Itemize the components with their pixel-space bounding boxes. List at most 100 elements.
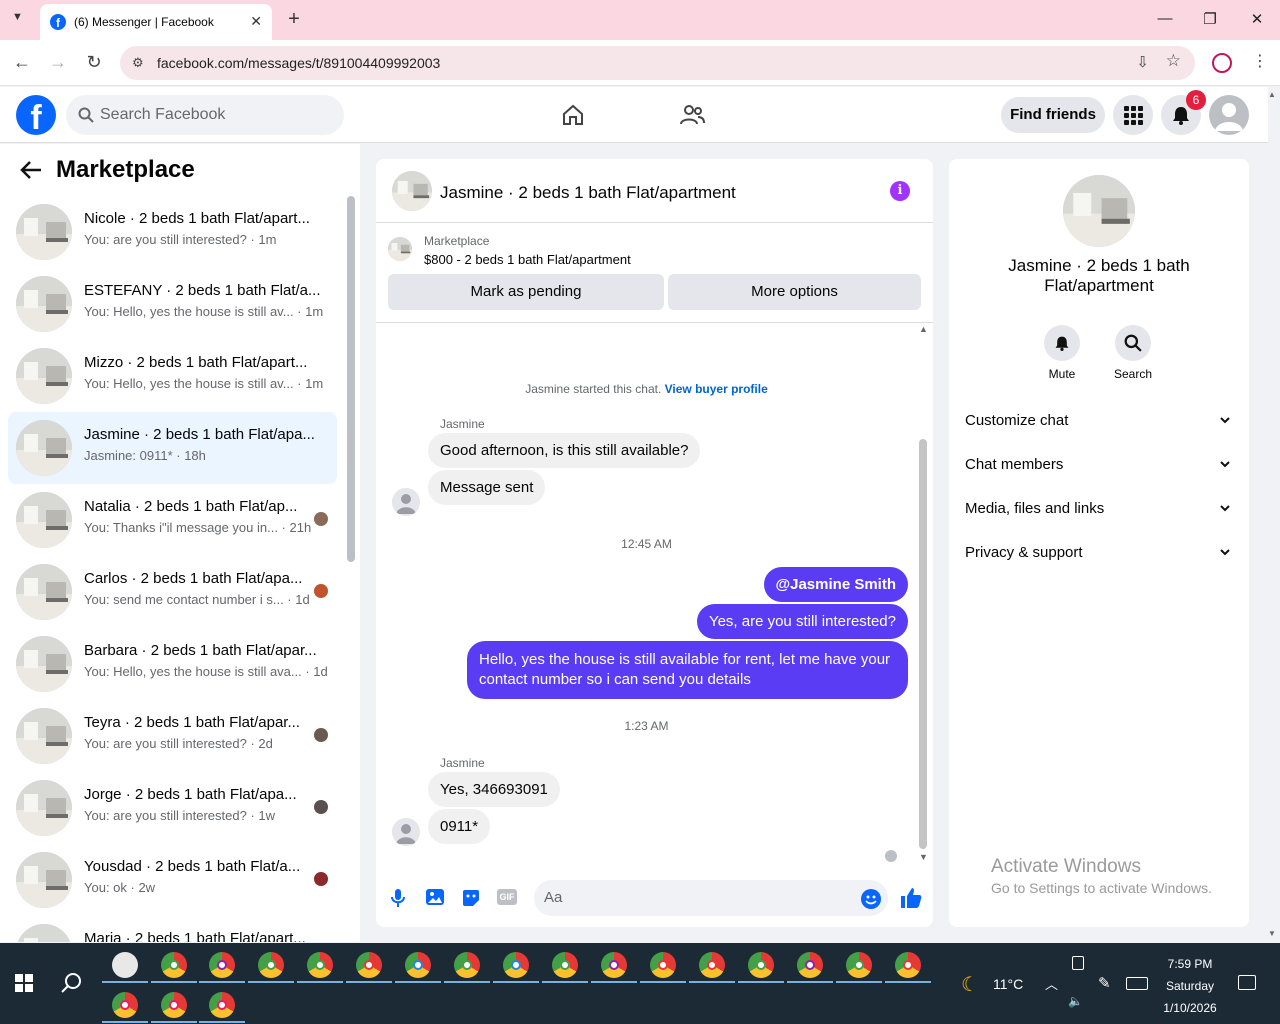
emoji-icon[interactable] xyxy=(860,888,882,910)
find-friends-button[interactable]: Find friends xyxy=(1001,97,1105,133)
windows-start-icon[interactable] xyxy=(15,974,33,992)
listing-thumbnail[interactable] xyxy=(388,237,412,261)
chrome-icon[interactable] xyxy=(356,952,382,978)
listing-avatar[interactable] xyxy=(392,171,432,211)
omnibox[interactable]: ⚙ facebook.com/messages/t/89100440999200… xyxy=(120,46,1195,80)
conversation-item[interactable]: Natalia · 2 beds 1 bath Flat/ap... You: T… xyxy=(8,484,337,556)
facebook-logo-icon[interactable]: f xyxy=(16,95,56,135)
mark-as-pending-button[interactable]: Mark as pending xyxy=(388,274,664,310)
customize-chat-row[interactable]: Customize chat xyxy=(965,412,1235,429)
conversation-item[interactable]: Yousdad · 2 beds 1 bath Flat/a... You: ok… xyxy=(8,844,337,916)
chrome-icon[interactable] xyxy=(503,952,529,978)
listing-photo[interactable] xyxy=(1063,175,1135,247)
incoming-message[interactable]: 0911* xyxy=(428,809,491,844)
chrome-icon[interactable] xyxy=(699,952,725,978)
chrome-icon[interactable] xyxy=(258,952,284,978)
browser-menu-icon[interactable]: ⋮ xyxy=(1252,51,1268,71)
system-clock[interactable]: 7:59 PM Saturday 1/10/2026 xyxy=(1150,953,1230,1019)
sender-avatar[interactable] xyxy=(392,488,420,516)
chrome-icon[interactable] xyxy=(454,952,480,978)
back-button[interactable]: ← xyxy=(11,52,33,73)
close-window-button[interactable]: ✕ xyxy=(1247,10,1267,28)
account-avatar[interactable] xyxy=(1209,95,1249,135)
browser-tab[interactable]: f (6) Messenger | Facebook ✕ xyxy=(40,4,272,40)
tab-list-button[interactable]: ▼ xyxy=(12,11,23,23)
pen-icon[interactable]: ✎ xyxy=(1098,974,1111,992)
new-tab-button[interactable]: + xyxy=(284,8,304,31)
privacy-support-row[interactable]: Privacy & support xyxy=(965,544,1235,561)
conversation-item[interactable]: Maria · 2 beds 1 bath Flat/apart... xyxy=(8,916,337,942)
microphone-icon[interactable] xyxy=(390,888,406,908)
chrome-icon[interactable] xyxy=(601,952,627,978)
conversation-item[interactable]: Nicole · 2 beds 1 bath Flat/apart... You:… xyxy=(8,196,337,268)
site-info-icon[interactable]: ⚙ xyxy=(132,55,144,71)
chrome-icon[interactable] xyxy=(650,952,676,978)
show-hidden-icons[interactable]: ︿ xyxy=(1045,974,1058,993)
sender-avatar[interactable] xyxy=(392,818,420,846)
profile-icon[interactable] xyxy=(1212,53,1232,73)
install-app-icon[interactable]: ⇩ xyxy=(1136,53,1149,71)
conversation-item[interactable]: Jorge · 2 beds 1 bath Flat/apa... You: ar… xyxy=(8,772,337,844)
chrome-icon[interactable] xyxy=(846,952,872,978)
incoming-message[interactable]: Yes, 346693091 xyxy=(428,772,560,807)
chrome-icon[interactable] xyxy=(552,952,578,978)
reload-button[interactable]: ↻ xyxy=(83,52,105,73)
incoming-message[interactable]: Message sent xyxy=(428,470,546,505)
temperature[interactable]: 11°C xyxy=(993,976,1023,992)
info-icon[interactable]: i xyxy=(890,181,910,201)
conversation-item[interactable]: Barbara · 2 beds 1 bath Flat/apar... You:… xyxy=(8,628,337,700)
restore-button[interactable]: ❐ xyxy=(1200,10,1220,28)
search-facebook-input[interactable]: Search Facebook xyxy=(66,95,344,135)
conversation-item[interactable]: Carlos · 2 beds 1 bath Flat/apa... You: s… xyxy=(8,556,337,628)
forward-button[interactable]: → xyxy=(47,52,69,73)
home-icon[interactable] xyxy=(561,103,585,127)
chrome-icon[interactable] xyxy=(209,992,235,1018)
meet-now-icon[interactable] xyxy=(1072,956,1084,970)
chrome-icon[interactable] xyxy=(748,952,774,978)
page-scroll-up-icon[interactable]: ▲ xyxy=(1268,90,1276,99)
chrome-icon[interactable] xyxy=(405,952,431,978)
chat-scrollbar[interactable] xyxy=(919,439,927,849)
chrome-icon[interactable] xyxy=(895,952,921,978)
chrome-icon[interactable] xyxy=(797,952,823,978)
taskbar-search-icon[interactable] xyxy=(61,972,83,994)
chrome-icon[interactable] xyxy=(161,952,187,978)
conversation-item[interactable]: Jasmine · 2 beds 1 bath Flat/apa... Jasmi… xyxy=(8,412,337,484)
more-options-button[interactable]: More options xyxy=(668,274,921,310)
photo-icon[interactable] xyxy=(425,888,445,906)
outgoing-message[interactable]: Hello, yes the house is still available … xyxy=(467,641,908,699)
mute-button[interactable]: Mute xyxy=(1032,325,1092,381)
incoming-message[interactable]: Good afternoon, is this still available? xyxy=(428,433,701,468)
minimize-button[interactable]: — xyxy=(1155,10,1175,27)
friends-icon[interactable] xyxy=(679,103,705,127)
chrome-icon[interactable] xyxy=(307,952,333,978)
chat-members-row[interactable]: Chat members xyxy=(965,456,1235,473)
scroll-down-arrow-icon[interactable]: ▼ xyxy=(919,852,928,862)
bookmark-star-icon[interactable]: ☆ xyxy=(1166,51,1181,71)
chrome-icon[interactable] xyxy=(112,992,138,1018)
conversation-item[interactable]: ESTEFANY · 2 beds 1 bath Flat/a... You: H… xyxy=(8,268,337,340)
outgoing-message[interactable]: Yes, are you still interested? xyxy=(696,604,908,639)
volume-icon[interactable]: 🔈 xyxy=(1068,994,1083,1008)
conversation-item[interactable]: Mizzo · 2 beds 1 bath Flat/apart... You: … xyxy=(8,340,337,412)
sticker-icon[interactable] xyxy=(461,888,481,908)
taskbar-app-icon[interactable] xyxy=(112,952,138,978)
view-buyer-profile-link[interactable]: View buyer profile xyxy=(665,382,768,396)
conversation-item[interactable]: Teyra · 2 beds 1 bath Flat/apar... You: a… xyxy=(8,700,337,772)
gif-icon[interactable]: GIF xyxy=(497,889,517,905)
back-arrow-icon[interactable] xyxy=(20,160,42,180)
page-scroll-down-icon[interactable]: ▼ xyxy=(1268,929,1276,938)
keyboard-icon[interactable] xyxy=(1126,977,1148,990)
menu-grid-button[interactable] xyxy=(1113,95,1153,135)
chat-title[interactable]: Jasmine · 2 beds 1 bath Flat/apartment xyxy=(440,183,736,203)
media-files-links-row[interactable]: Media, files and links xyxy=(965,500,1235,517)
notification-center-icon[interactable] xyxy=(1238,975,1256,990)
chrome-icon[interactable] xyxy=(161,992,187,1018)
outgoing-message[interactable]: @Jasmine Smith xyxy=(763,567,908,602)
scrollbar[interactable] xyxy=(347,196,355,562)
scroll-up-arrow-icon[interactable]: ▲ xyxy=(919,324,928,334)
message-input[interactable]: Aa xyxy=(534,880,888,916)
close-tab-icon[interactable]: ✕ xyxy=(250,13,262,30)
search-in-chat-button[interactable]: Search xyxy=(1103,325,1163,381)
thumbs-up-icon[interactable] xyxy=(899,886,923,910)
